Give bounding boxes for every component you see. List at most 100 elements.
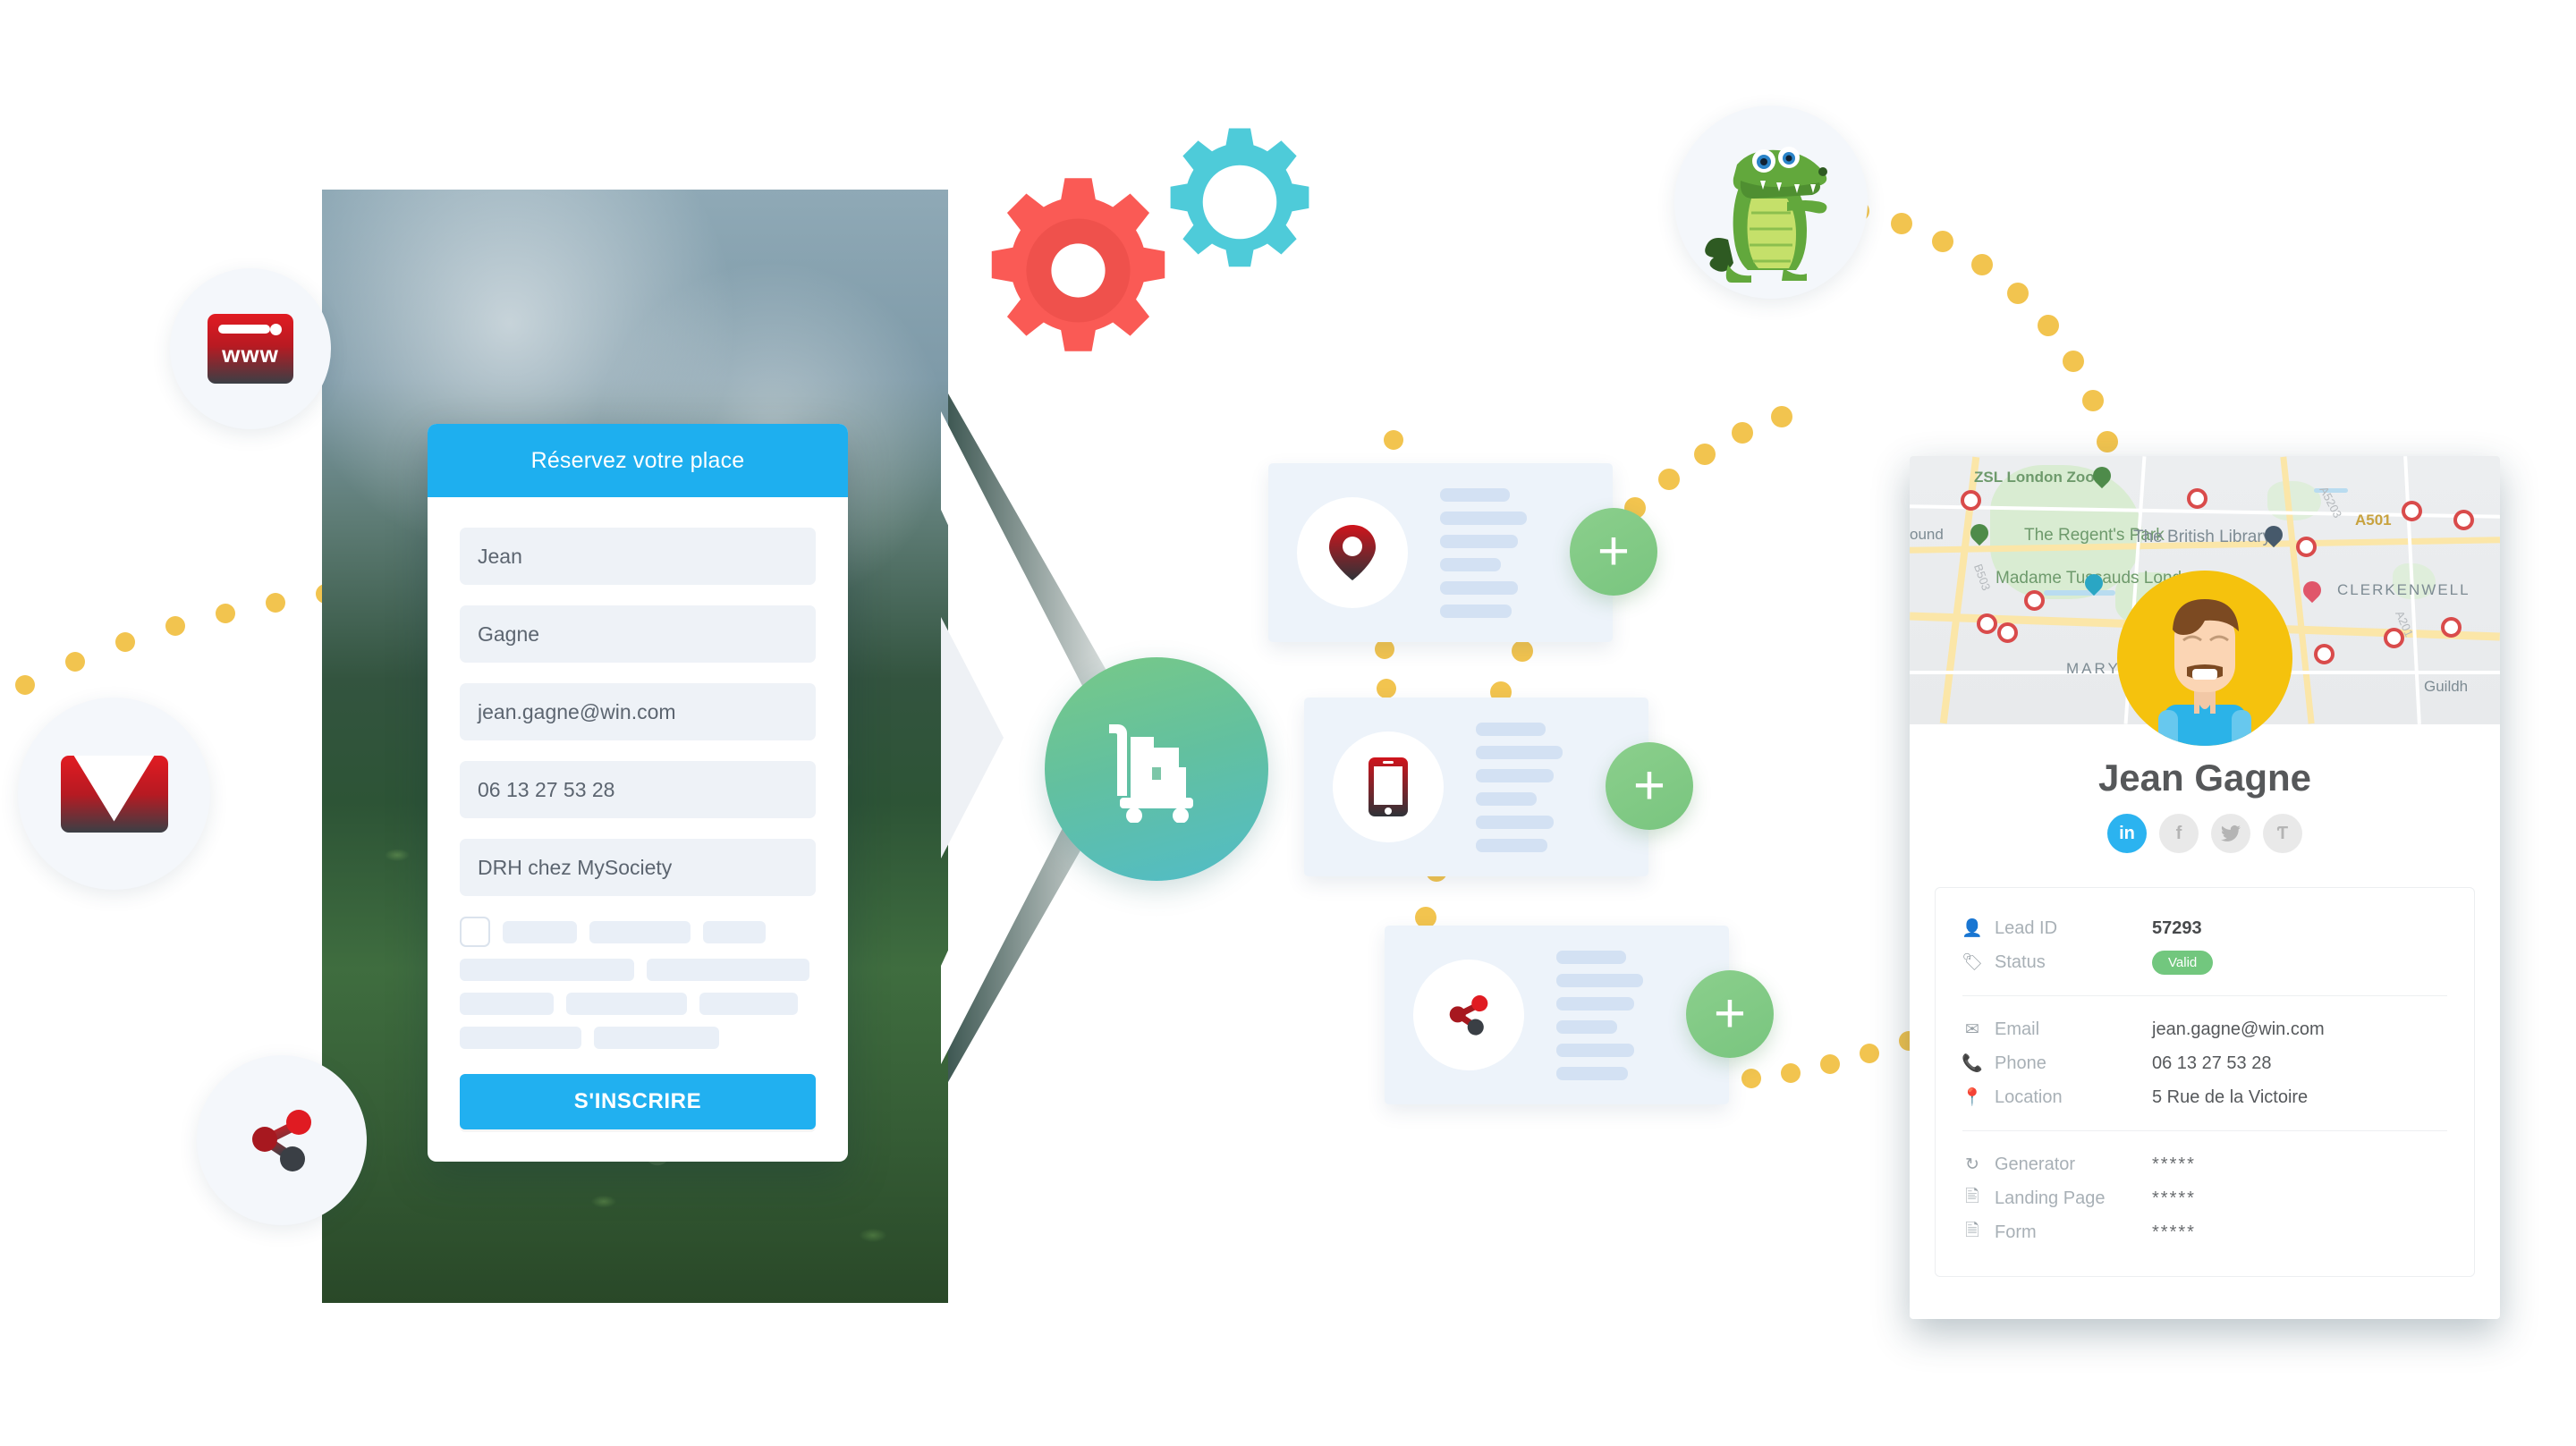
enrichment-card-social[interactable] [1385,926,1729,1104]
map-label: CLERKENWELL [2337,581,2470,598]
signup-form-card: Réservez votre place Jean Gagne jean.gag… [428,424,848,1162]
tube-station-marker [1961,490,1981,511]
card-icon-wrap [1333,731,1444,842]
detail-row-generator: ↻ Generator ***** [1962,1147,2447,1181]
detail-row-location: 📍 Location 5 Rue de la Victoire [1962,1080,2447,1114]
tube-station-marker [2402,501,2422,521]
source-bubble-email[interactable] [18,698,210,890]
phone-input[interactable]: 06 13 27 53 28 [460,761,816,818]
consent-checkbox[interactable] [460,917,490,947]
location-pin-icon: 📍 [1962,1088,1983,1107]
map-pin [2080,570,2107,597]
status-badge: Valid [2152,950,2214,975]
tube-station-marker [2187,488,2207,509]
map-pin [2260,521,2287,549]
detail-row-status: 🏷 Status Valid [1962,945,2447,979]
source-bubble-share[interactable] [197,1055,367,1225]
enrichment-card-location[interactable] [1268,463,1613,642]
gear-red-icon [991,178,1165,351]
tube-station-marker [2453,510,2474,530]
skeleton-bar [460,959,634,981]
person-icon: 👤 [1962,919,1983,938]
detail-row-lead-id: 👤 Lead ID 57293 [1962,911,2447,945]
detail-value: 57293 [2152,917,2202,938]
skeleton-bar [566,993,687,1015]
last-name-input[interactable]: Gagne [460,605,816,663]
source-bubble-www[interactable]: www [170,268,331,429]
detail-row-email: ✉ Email jean.gagne@win.com [1962,1012,2447,1046]
skeleton-bar [647,959,809,981]
social-facebook[interactable]: f [2159,814,2199,853]
skeleton-bar [703,920,766,943]
email-input[interactable]: jean.gagne@win.com [460,683,816,740]
card-icon-wrap [1297,497,1408,608]
mobile-phone-icon [1368,757,1408,816]
detail-label: Generator [1995,1154,2076,1174]
skeleton-bar [589,920,691,943]
lead-details-panel: 👤 Lead ID 57293 🏷 Status Valid ✉ Email j… [1935,887,2475,1277]
crocodile-mascot-icon [1705,147,1827,283]
detail-value: ***** [2152,1188,2196,1208]
tube-station-marker [2441,617,2462,638]
delivery-cart-bubble[interactable] [1045,657,1268,881]
map-pin [2089,462,2115,490]
add-social-button[interactable]: + [1686,970,1774,1058]
map-label: A501 [2355,512,2392,529]
detail-label: Lead ID [1995,917,2058,938]
tube-station-marker [2296,537,2317,557]
skeleton-row [460,993,816,1015]
tag-icon: 🏷 [1961,953,1984,972]
map-label: ound [1910,526,1944,543]
detail-value: ***** [2152,1222,2196,1242]
detail-label: Form [1995,1222,2037,1242]
detail-value: ***** [2152,1154,2196,1174]
phone-icon: 📞 [1962,1054,1983,1073]
tube-station-marker [2024,590,2045,611]
add-phone-button[interactable]: + [1606,742,1693,830]
skeleton-row [460,1027,816,1049]
detail-label: Status [1995,951,2046,972]
job-title-input[interactable]: DRH chez MySociety [460,839,816,896]
divider [1962,1130,2447,1131]
map-pin [2299,577,2326,605]
skeleton-row [460,959,816,981]
social-twitter[interactable] [2211,814,2250,853]
map-label: ZSL London Zoo [1974,469,2095,486]
enrichment-card-phone[interactable] [1304,698,1648,876]
landing-page-icon: 🖹 [1965,1188,1979,1206]
avatar [2117,571,2292,746]
detail-value: 06 13 27 53 28 [2152,1053,2272,1073]
email-icon [60,755,168,833]
social-pinterest[interactable]: Ƭ [2263,814,2302,853]
map-pin [1966,520,1993,547]
lead-detail-card: ZSL London Zoo The Regent's Park The Bri… [1910,456,2500,1319]
form-header-title: Réservez votre place [428,424,848,497]
detail-row-form: 🗎 Form ***** [1962,1215,2447,1249]
detail-label: Landing Page [1995,1188,2106,1208]
card-placeholder-lines [1556,950,1643,1080]
detail-value: 5 Rue de la Victoire [2152,1087,2309,1107]
form-icon: 🗎 [1965,1222,1979,1240]
generator-icon: ↻ [1965,1154,1979,1174]
map-label: Guildh [2424,678,2469,695]
submit-button[interactable]: S'INSCRIRE [460,1074,816,1129]
envelope-icon: ✉ [1965,1019,1979,1039]
skeleton-bar [460,993,554,1015]
card-placeholder-lines [1476,722,1563,852]
share-icon [252,1110,311,1171]
landing-page-preview: Réservez votre place Jean Gagne jean.gag… [322,190,948,1303]
skeleton-bar [503,920,577,943]
gear-cyan-icon [1170,128,1309,267]
tube-station-marker [2384,628,2404,648]
detail-row-landing-page: 🖹 Landing Page ***** [1962,1181,2447,1215]
crocodile-mascot-bubble[interactable] [1674,106,1868,299]
add-location-button[interactable]: + [1570,508,1657,596]
card-icon-wrap [1413,960,1524,1070]
first-name-input[interactable]: Jean [460,528,816,585]
form-body: Jean Gagne jean.gagne@win.com 06 13 27 5… [428,497,848,1162]
social-linkedin[interactable]: in [2107,814,2147,853]
detail-row-phone: 📞 Phone 06 13 27 53 28 [1962,1046,2447,1080]
consent-row [460,917,816,947]
www-icon: www [208,314,293,384]
map-label: B503 [1970,562,1994,593]
